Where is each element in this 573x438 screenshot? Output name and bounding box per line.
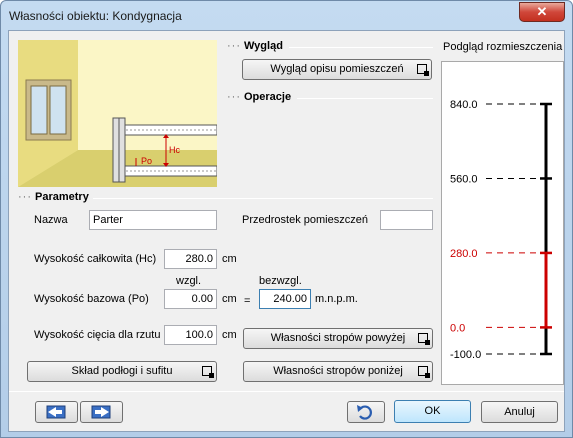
ok-button[interactable]: OK: [394, 400, 471, 423]
open-dialog-icon: [418, 366, 430, 378]
level-preview-panel: 840.0 560.0 280.0 0.0 -100.0: [441, 61, 564, 385]
dialog-window: Własności obiektu: Kondygnacja ✕ Hc Po ·…: [0, 0, 573, 438]
equals-sign: =: [244, 295, 251, 307]
next-floor-button[interactable]: [80, 401, 123, 423]
button-label: Skład podłogi i sufitu: [71, 365, 173, 377]
button-label: Własności stropów powyżej: [270, 332, 406, 344]
open-dialog-icon: [418, 333, 430, 345]
po-label: Po: [141, 156, 152, 166]
cut-height-label: Wysokość cięcia dla rzutu: [34, 329, 161, 341]
name-label: Nazwa: [34, 214, 68, 226]
absolute-height-input[interactable]: 240.00: [259, 289, 311, 309]
close-icon: ✕: [536, 4, 548, 19]
separator: [289, 47, 433, 48]
unit-cm-label: cm: [222, 253, 237, 265]
unit-cm-label: cm: [222, 293, 237, 305]
total-height-label: Wysokość całkowita (Hc): [34, 253, 157, 265]
open-dialog-icon: [202, 366, 214, 378]
preview-title: Podgląd rozmieszczenia: [443, 41, 563, 53]
base-height-label: Wysokość bazowa (Po): [34, 293, 149, 305]
slabs-above-properties-button[interactable]: Własności stropów powyżej: [243, 328, 433, 349]
level-label: 840.0: [450, 99, 478, 111]
dialog-client-area: Hc Po ··· Wygląd Wygląd opisu pomieszczeń…: [8, 30, 565, 432]
section-wyglad-heading: ··· Wygląd: [227, 40, 283, 52]
undo-button[interactable]: [347, 401, 385, 423]
arrow-left-icon: [46, 405, 66, 419]
section-operacje-heading: ··· Operacje: [227, 91, 292, 103]
level-preview-chart: 840.0 560.0 280.0 0.0 -100.0: [450, 99, 552, 361]
arrow-right-icon: [91, 405, 111, 419]
separator: [93, 198, 433, 199]
room-label-appearance-button[interactable]: Wygląd opisu pomieszczeń: [242, 59, 432, 80]
undo-icon: [357, 405, 372, 420]
name-input[interactable]: Parter: [89, 210, 217, 230]
slabs-below-properties-button[interactable]: Własności stropów poniżej: [243, 361, 433, 382]
floor-ceiling-composition-button[interactable]: Skład podłogi i sufitu: [27, 361, 217, 382]
separator: [297, 98, 433, 99]
total-height-input[interactable]: 280.0: [164, 249, 217, 269]
floor-illustration: Hc Po: [18, 40, 217, 187]
open-dialog-icon: [417, 64, 429, 76]
level-label: 0.0: [450, 322, 465, 334]
close-button[interactable]: ✕: [519, 2, 565, 22]
cut-height-input[interactable]: 100.0: [164, 325, 217, 345]
room-prefix-input[interactable]: [380, 210, 433, 230]
unit-cm-label: cm: [222, 329, 237, 341]
cancel-button[interactable]: Anuluj: [481, 401, 558, 423]
level-label: -100.0: [450, 349, 481, 361]
window-title: Własności obiektu: Kondygnacja: [9, 9, 182, 23]
level-label: 560.0: [450, 173, 478, 185]
button-label: Własności stropów poniżej: [273, 365, 403, 377]
hc-label: Hc: [169, 145, 180, 155]
base-height-input[interactable]: 0.00: [164, 289, 217, 309]
unit-mnpm-label: m.n.p.m.: [315, 293, 358, 305]
title-bar[interactable]: Własności obiektu: Kondygnacja ✕: [1, 1, 572, 29]
relative-label: wzgl.: [176, 275, 202, 287]
section-parametry-heading: ··· Parametry: [18, 191, 89, 203]
previous-floor-button[interactable]: [35, 401, 78, 423]
button-label: Wygląd opisu pomieszczeń: [270, 63, 404, 75]
separator: [9, 391, 564, 392]
absolute-label: bezwzgl.: [259, 275, 302, 287]
level-label: 280.0: [450, 248, 478, 260]
room-prefix-label: Przedrostek pomieszczeń: [242, 214, 368, 226]
